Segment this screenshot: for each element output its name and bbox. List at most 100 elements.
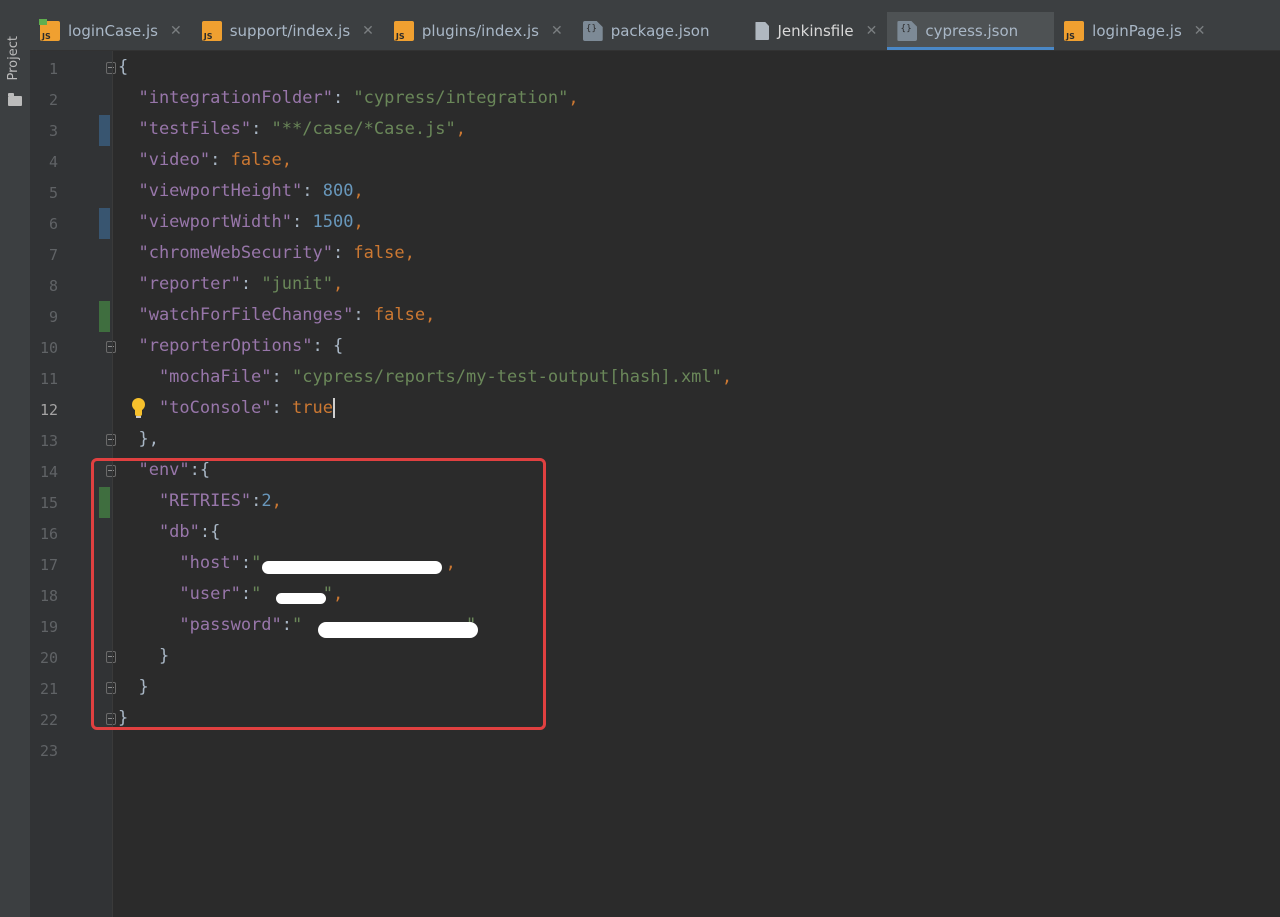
tab-label: cypress.json (925, 22, 1019, 40)
js-file-icon: JS (39, 19, 60, 41)
tab-support-index-js[interactable]: JS support/index.js ✕ (192, 12, 384, 50)
code-text: "viewportWidth": 1500, (118, 212, 364, 232)
code-line[interactable]: 2 "integrationFolder": "cypress/integrat… (30, 84, 1280, 115)
code-line[interactable]: 13 }, (30, 425, 1280, 456)
line-number: 5 (48, 184, 58, 202)
code-line[interactable]: 1{ (30, 53, 1280, 84)
code-token: "chromeWebSecurity" (118, 243, 333, 263)
code-line[interactable]: 6 "viewportWidth": 1500, (30, 208, 1280, 239)
fold-toggle-icon[interactable] (106, 434, 116, 446)
js-file-icon: JS (1064, 21, 1085, 41)
tab-loginpage-js[interactable]: JS loginPage.js ✕ (1054, 12, 1215, 50)
line-number: 20 (39, 649, 58, 667)
code-token: "mochaFile" (118, 367, 272, 387)
code-token: "reporterOptions" (118, 336, 313, 356)
line-number: 8 (48, 277, 58, 295)
code-text: { (118, 57, 128, 77)
code-token: "**/case/*Case.js" (271, 119, 456, 139)
vcs-change-marker[interactable] (99, 208, 110, 239)
tab-label: Jenkinsfile (777, 22, 854, 40)
code-token: "watchForFileChanges" (118, 305, 354, 325)
code-line[interactable]: 9 "watchForFileChanges": false, (30, 301, 1280, 332)
code-line[interactable]: 8 "reporter": "junit", (30, 270, 1280, 301)
code-token: , (332, 274, 344, 294)
tab-label: loginPage.js (1092, 22, 1182, 40)
code-token: { (118, 57, 129, 77)
close-tab-icon[interactable]: ✕ (1194, 23, 1206, 39)
code-token: : (251, 119, 272, 139)
line-number: 3 (48, 122, 58, 140)
code-token: true (292, 398, 333, 418)
code-token: , (721, 367, 733, 387)
close-tab-icon[interactable]: ✕ (551, 23, 563, 39)
code-text: "video": false, (118, 150, 292, 170)
code-text: "mochaFile": "cypress/reports/my-test-ou… (118, 367, 732, 387)
code-token: : (210, 150, 231, 170)
code-token: : (332, 88, 354, 108)
vcs-change-marker[interactable] (99, 115, 110, 146)
code-token: , (568, 88, 579, 108)
code-token: : { (312, 336, 344, 356)
fold-toggle-icon[interactable] (106, 62, 116, 74)
tab-label: plugins/index.js (421, 22, 539, 40)
env-highlight-annotation (91, 458, 546, 730)
code-token: "cypress/integration" (353, 88, 569, 108)
code-line[interactable]: 10 "reporterOptions": { (30, 332, 1280, 363)
close-tab-icon[interactable]: ✕ (170, 23, 182, 39)
code-line[interactable]: 7 "chromeWebSecurity": false, (30, 239, 1280, 270)
line-number: 17 (39, 556, 58, 574)
tab-jenkinsfile[interactable]: Jenkinsfile ✕ (745, 12, 887, 50)
line-number: 7 (48, 246, 58, 264)
tab-logincase-js[interactable]: JS loginCase.js ✕ (30, 12, 192, 50)
close-tab-icon[interactable]: ✕ (866, 23, 878, 39)
code-text: "integrationFolder": "cypress/integratio… (118, 88, 579, 108)
tab-plugins-index-js[interactable]: JS plugins/index.js ✕ (384, 12, 573, 50)
code-line[interactable]: 12 "toConsole": true (30, 394, 1280, 425)
code-token: "reporter" (118, 274, 241, 294)
line-number: 23 (39, 742, 58, 760)
code-token: "integrationFolder" (118, 88, 333, 108)
code-line[interactable]: 23 (30, 735, 1280, 766)
text-caret (332, 398, 335, 418)
code-text: "viewportHeight": 800, (118, 181, 363, 201)
code-token: "testFiles" (118, 119, 252, 139)
tab-package-json[interactable]: {} package.json (573, 12, 746, 50)
code-token: : (302, 181, 323, 201)
line-number: 12 (39, 401, 58, 419)
code-token: "viewportHeight" (118, 181, 303, 201)
line-number: 21 (39, 680, 58, 698)
vcs-change-marker[interactable] (99, 301, 110, 332)
code-line[interactable]: 11 "mochaFile": "cypress/reports/my-test… (30, 363, 1280, 394)
code-line[interactable]: 4 "video": false, (30, 146, 1280, 177)
text-file-icon (755, 22, 770, 40)
code-token: : (292, 212, 313, 232)
code-line[interactable]: 3 "testFiles": "**/case/*Case.js", (30, 115, 1280, 146)
code-token: false, (353, 243, 415, 263)
tab-label: loginCase.js (68, 22, 158, 40)
code-token: "junit" (261, 274, 333, 294)
line-number: 9 (48, 308, 58, 326)
tab-cypress-json[interactable]: {} cypress.json (887, 12, 1055, 50)
code-text: "testFiles": "**/case/*Case.js", (118, 119, 466, 139)
line-number: 10 (39, 339, 58, 357)
code-token: }, (118, 429, 159, 449)
project-tool-window-button[interactable]: Project (6, 36, 21, 80)
code-token: : (271, 367, 293, 387)
code-text: }, (118, 429, 159, 449)
line-number: 2 (48, 91, 58, 109)
line-number: 13 (39, 432, 58, 450)
close-tab-icon[interactable]: ✕ (362, 23, 374, 39)
fold-toggle-icon[interactable] (106, 341, 116, 353)
line-number: 18 (39, 587, 58, 605)
code-token: 800 (322, 181, 354, 201)
tab-label: package.json (610, 22, 710, 40)
code-token: , (455, 119, 467, 139)
code-token: "toConsole" (118, 398, 272, 418)
js-file-icon: JS (393, 21, 414, 41)
code-text: "watchForFileChanges": false, (118, 305, 435, 325)
js-file-icon: JS (201, 21, 222, 41)
code-line[interactable]: 5 "viewportHeight": 800, (30, 177, 1280, 208)
code-token: , (353, 212, 364, 232)
code-token: : (240, 274, 262, 294)
code-token: : (271, 398, 293, 418)
